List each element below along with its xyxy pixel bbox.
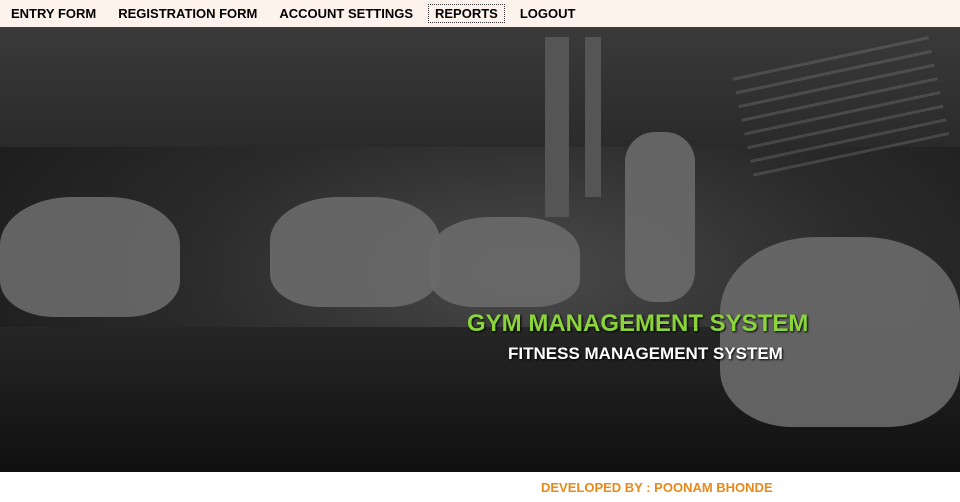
gym-pillar — [545, 37, 569, 217]
exerciser-figure — [0, 197, 180, 317]
menu-registration-form[interactable]: REGISTRATION FORM — [111, 4, 264, 23]
exerciser-figure — [270, 197, 440, 307]
gym-pillar — [585, 37, 601, 197]
app-subtitle: FITNESS MANAGEMENT SYSTEM — [508, 344, 783, 363]
menu-account-settings[interactable]: ACCOUNT SETTINGS — [272, 4, 420, 23]
trainer-figure — [625, 132, 695, 302]
menu-logout[interactable]: LOGOUT — [513, 4, 583, 23]
app-title: GYM MANAGEMENT SYSTEM — [467, 310, 809, 337]
menu-entry-form[interactable]: ENTRY FORM — [4, 4, 103, 23]
developer-credit: DEVELOPED BY : POONAM BHONDE — [541, 480, 773, 495]
menu-bar: ENTRY FORM REGISTRATION FORM ACCOUNT SET… — [0, 0, 960, 28]
menu-reports[interactable]: REPORTS — [428, 4, 505, 23]
exerciser-figure — [430, 217, 580, 307]
hero-background-photo: GYM MANAGEMENT SYSTEM FITNESS MANAGEMENT… — [0, 27, 960, 472]
